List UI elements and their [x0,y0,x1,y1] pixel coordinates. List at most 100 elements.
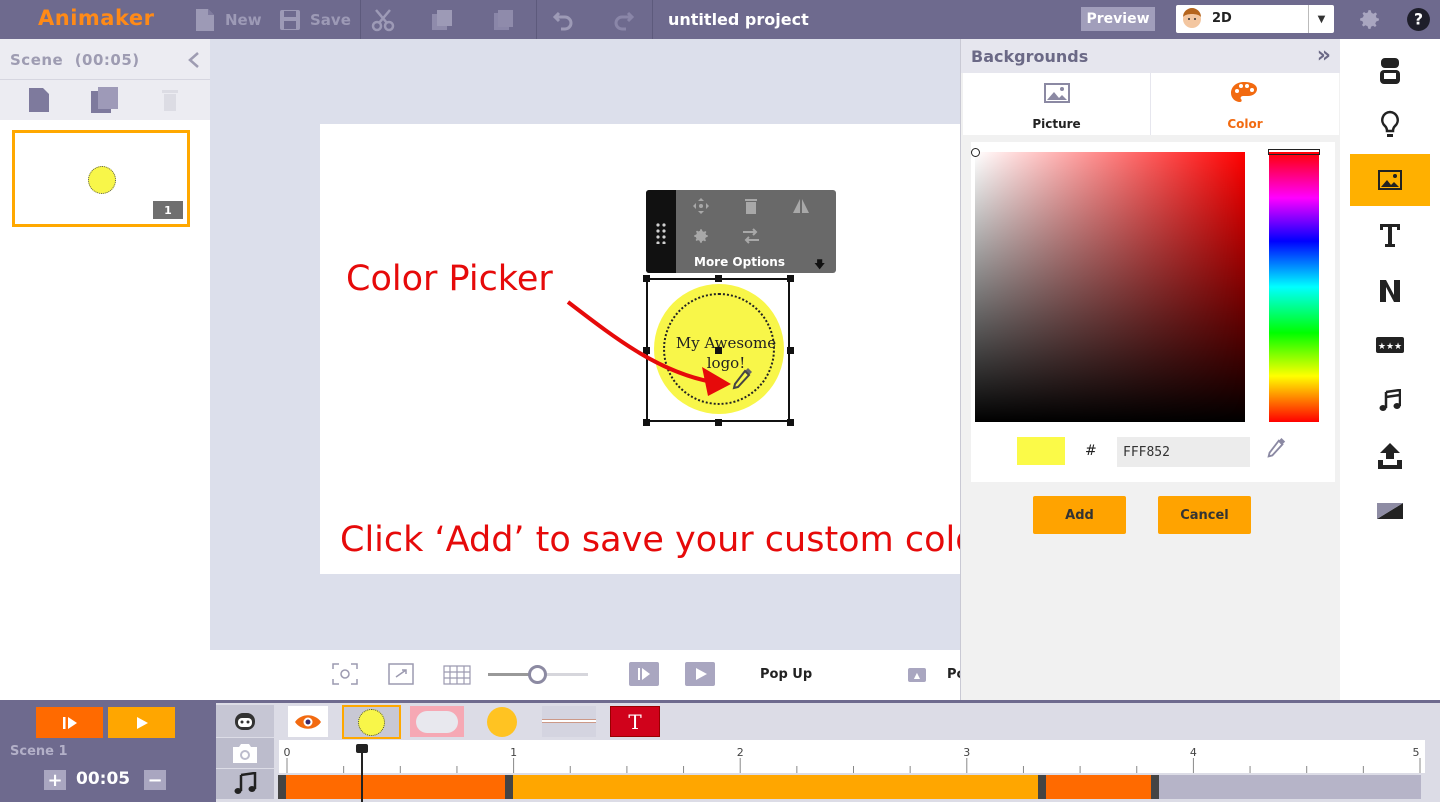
saturation-value-area[interactable] [971,148,1245,422]
nav-characters[interactable] [1350,45,1430,97]
resize-handle[interactable] [787,419,794,426]
track-segment-main[interactable] [513,775,1042,799]
nav-backgrounds[interactable] [1350,154,1430,206]
track-segment-exit[interactable] [1042,775,1155,799]
backgrounds-title: Backgrounds [971,47,1089,66]
collapse-right-icon[interactable]: » [1317,43,1331,68]
tab-picture[interactable]: Picture [963,73,1151,135]
trash-icon[interactable] [744,198,758,214]
playhead-handle[interactable] [356,744,368,753]
resize-handle[interactable] [715,419,722,426]
nav-text[interactable] [1350,209,1430,261]
timeline-item-logo[interactable] [342,705,401,739]
more-options-label[interactable]: More Options [694,255,785,269]
swap-icon[interactable] [742,228,760,244]
fit-screen-icon[interactable] [388,663,414,685]
undo-button[interactable] [553,0,575,39]
color-swatch [1017,437,1065,465]
nav-properties[interactable] [1350,99,1430,151]
selected-logo[interactable]: My Awesome logo! [643,275,794,426]
delete-scene-icon[interactable] [160,88,180,112]
chevron-down-icon[interactable]: ▼ [1308,5,1334,33]
arrow-down-icon[interactable]: 🡇 [814,256,825,275]
music-icon [1379,389,1401,411]
tab-color[interactable]: Color [1151,73,1339,135]
timeline-camera-tab[interactable] [216,738,274,768]
stage-canvas[interactable] [320,124,960,574]
add-button[interactable]: Add [1033,496,1126,534]
svg-text:★★★: ★★★ [1378,342,1402,352]
animation-label[interactable]: Pop Up [760,667,812,682]
redo-button[interactable] [612,0,634,39]
project-title[interactable]: untitled project [668,10,809,29]
nav-upload[interactable] [1350,430,1430,482]
ruler-tick-label: 0 [284,746,291,759]
focus-icon[interactable] [332,663,358,685]
timeline-ruler[interactable]: 0 1 2 3 4 5 [279,740,1425,773]
arrow-up-icon[interactable]: ▲ [908,668,926,682]
segment-handle[interactable] [1038,775,1046,799]
paste-button[interactable] [491,0,515,39]
timeline-item-line[interactable] [542,706,596,737]
resize-handle[interactable] [643,275,650,282]
scene-thumbnail[interactable]: 1 [12,130,190,227]
move-icon[interactable] [692,197,710,215]
segment-handle[interactable] [1151,775,1159,799]
drag-handle[interactable] [646,190,676,273]
resize-handle[interactable] [715,347,722,354]
help-icon[interactable]: ? [1406,7,1431,32]
hue-slider[interactable] [1268,149,1320,422]
timeline-item-circle[interactable] [475,706,529,737]
increase-duration-button[interactable]: + [44,770,66,791]
eyedropper-icon[interactable] [1265,436,1287,462]
nav-transitions[interactable] [1350,485,1430,537]
gear-icon[interactable] [1357,7,1382,32]
logo-text-line-2: logo! [706,354,746,372]
settings-icon[interactable] [692,227,710,245]
decrease-duration-button[interactable]: − [144,770,166,791]
timeline-item-text[interactable]: T [610,706,660,737]
hex-color-input[interactable] [1117,437,1250,467]
track-segment-entry[interactable] [279,775,513,799]
save-button[interactable]: Save [279,0,351,39]
sv-cursor[interactable] [971,148,980,157]
duplicate-scene-icon[interactable] [89,86,121,114]
hue-cursor[interactable] [1268,149,1320,155]
timeline-music-tab[interactable] [216,769,274,799]
copy-button[interactable] [430,0,454,39]
track-segment-empty [1155,775,1421,799]
scene-tools [0,80,210,120]
collapse-left-icon[interactable] [187,51,201,69]
resize-handle[interactable] [787,275,794,282]
nav-effects[interactable]: ★★★ [1350,319,1430,371]
play-all-button[interactable] [108,707,175,738]
cancel-button[interactable]: Cancel [1158,496,1251,534]
new-file-icon [196,8,214,31]
timeline-characters-tab[interactable] [216,705,274,737]
segment-handle[interactable] [505,775,513,799]
nav-music[interactable] [1350,375,1430,427]
nav-numbers[interactable] [1350,265,1430,317]
line-shape [542,719,596,723]
app-logo: Animaker [38,6,155,30]
mode-select[interactable]: 2D ▼ [1176,5,1334,33]
resize-handle[interactable] [715,275,722,282]
play-scene-preview-button[interactable] [629,662,659,686]
timeline-item-eye[interactable] [288,706,328,737]
cut-button[interactable] [371,0,395,39]
preview-button[interactable]: Preview [1081,7,1155,31]
resize-handle[interactable] [643,419,650,426]
grid-icon[interactable] [443,665,471,685]
flip-icon[interactable] [792,197,810,215]
new-scene-icon[interactable] [27,87,51,113]
play-preview-button[interactable] [685,662,715,686]
eyedropper-overlay-icon [732,368,752,390]
resize-handle[interactable] [787,347,794,354]
new-button[interactable]: New [194,0,262,39]
play-scene-button[interactable] [36,707,103,738]
timeline-item-cloud[interactable] [410,706,464,737]
resize-handle[interactable] [643,347,650,354]
zoom-slider-thumb[interactable] [528,665,547,684]
music-note-icon [234,772,257,794]
segment-handle[interactable] [278,775,286,799]
